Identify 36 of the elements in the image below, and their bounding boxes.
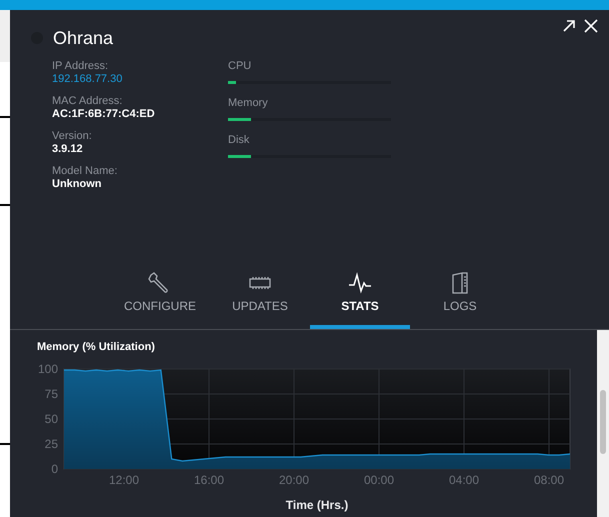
detail-label: MAC Address: [52, 95, 124, 108]
detail-value: Unknown [52, 178, 102, 191]
x-axis-title: Time (Hrs.) [286, 498, 348, 512]
close-icon [584, 19, 598, 33]
expand-button[interactable] [561, 18, 577, 34]
close-button[interactable] [583, 18, 599, 34]
background-panel [0, 10, 10, 62]
expand-icon [562, 19, 576, 33]
x-tick-label: 04:00 [448, 473, 480, 487]
tab[interactable]: CONFIGURE [110, 269, 210, 329]
detail-value: 3.9.12 [52, 143, 84, 156]
device-name: Ohrana [53, 27, 114, 49]
x-tick-label: 20:00 [278, 473, 310, 487]
x-tick-label: 08:00 [534, 473, 564, 487]
y-tick-label: 25 [44, 437, 58, 451]
pulse-icon [348, 271, 372, 295]
scrollbar[interactable] [597, 330, 609, 517]
meter-label: Memory [228, 97, 269, 110]
chart-title: Memory (% Utilization) [36, 340, 156, 355]
y-tick-label: 75 [44, 387, 58, 401]
tab[interactable]: UPDATES [210, 269, 310, 329]
x-tick-label: 12:00 [108, 473, 140, 487]
y-tick-label: 50 [44, 412, 58, 426]
tab[interactable]: STATS [310, 269, 410, 329]
detail-value: AC:1F:6B:77:C4:ED [52, 108, 156, 121]
meter-label: Disk [228, 134, 250, 147]
detail-label: IP Address: [52, 60, 110, 73]
x-tick-label: 16:00 [194, 473, 224, 487]
tab[interactable]: LOGS [410, 269, 510, 329]
ip-address-link[interactable]: 192.168.77.30 [52, 73, 122, 86]
y-tick-label: 0 [51, 462, 58, 476]
detail-label: Version: [52, 130, 93, 143]
meter-label: CPU [228, 60, 252, 73]
y-tick-label: 100 [38, 362, 58, 376]
detail-label: Model Name: [52, 165, 118, 178]
x-tick-label: 00:00 [364, 473, 394, 487]
